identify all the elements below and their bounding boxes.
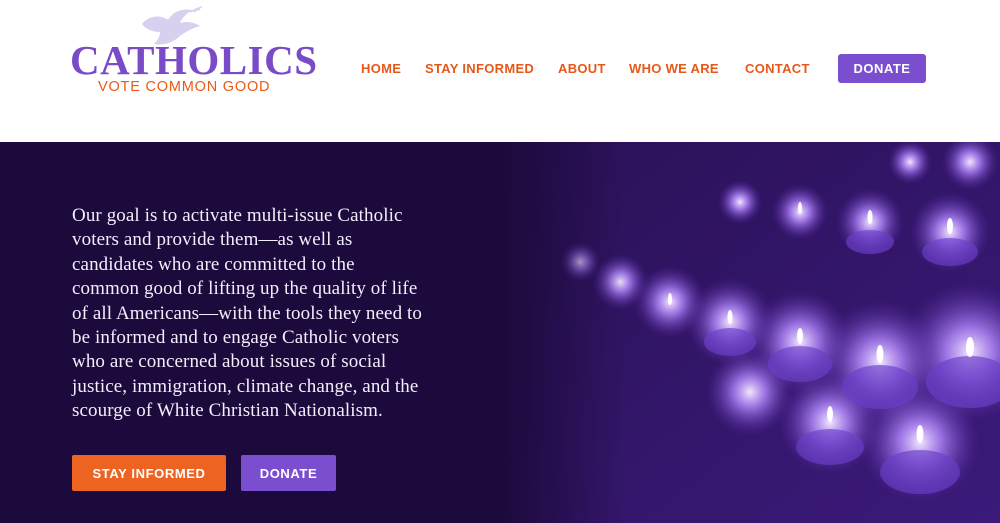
site-header: CATHOLICS VOTE COMMON GOOD HOME STAY INF… [0, 0, 1000, 142]
hero-text-line: candidates who are committed to the [72, 253, 355, 275]
hero-text-line: scourge of White Christian Nationalism. [72, 400, 383, 422]
site-logo[interactable]: CATHOLICS VOTE COMMON GOOD [70, 6, 318, 98]
hero-text-line: common good of lifting up the quality of… [72, 278, 418, 300]
candles-image [500, 142, 1000, 523]
hero-text-line: voters and provide them—as well as [72, 229, 353, 251]
hero-text-line: be informed and to engage Catholic voter… [72, 327, 399, 349]
donate-button[interactable]: DONATE [241, 455, 336, 491]
hero-text-line: justice, immigration, climate change, an… [72, 375, 419, 397]
logo-subtitle: VOTE COMMON GOOD [98, 79, 271, 95]
nav-item-stay-informed[interactable]: STAY INFORMED [425, 61, 534, 76]
hero-text-line: Our goal is to activate multi-issue Cath… [72, 205, 403, 226]
nav-item-who-we-are[interactable]: WHO WE ARE [629, 61, 719, 76]
nav-donate-button[interactable]: DONATE [838, 54, 926, 83]
hero-mission-text: Our goal is to activate multi-issue Cath… [72, 204, 482, 424]
hero-text-line: of all Americans—with the tools they nee… [72, 302, 423, 324]
logo-title: CATHOLICS [70, 37, 318, 83]
stay-informed-button[interactable]: STAY INFORMED [72, 455, 226, 491]
nav-item-about[interactable]: ABOUT [558, 61, 606, 76]
hero-section: Our goal is to activate multi-issue Cath… [0, 142, 1000, 523]
hero-text-line: who are concerned about issues of social [72, 351, 387, 373]
nav-item-home[interactable]: HOME [361, 61, 401, 76]
nav-item-contact[interactable]: CONTACT [745, 61, 810, 76]
